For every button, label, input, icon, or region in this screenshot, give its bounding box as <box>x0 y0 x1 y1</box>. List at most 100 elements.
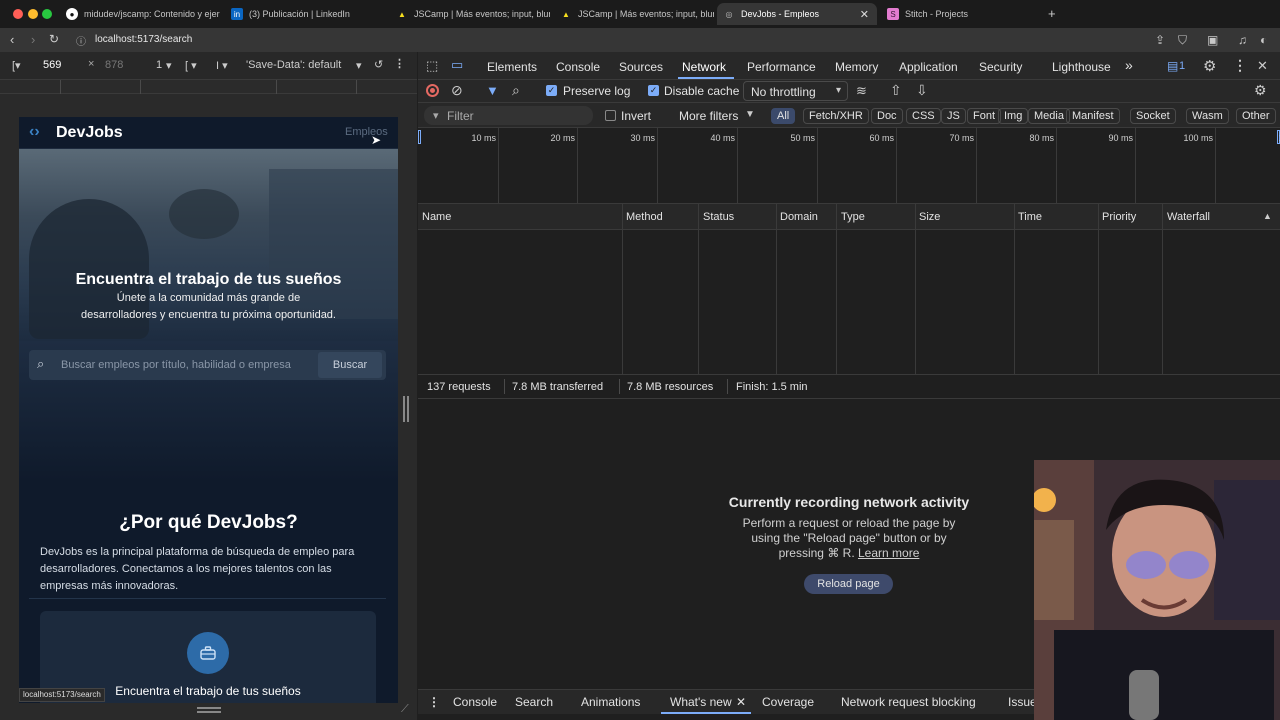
col-method[interactable]: Method <box>626 211 663 223</box>
issues-icon[interactable]: ▤ <box>1167 59 1178 73</box>
nav-link-empleos[interactable]: Empleos <box>345 126 388 138</box>
forward-icon[interactable]: › <box>31 32 35 47</box>
browser-tab[interactable]: in (3) Publicación | LinkedIn <box>225 3 385 25</box>
network-settings-gear-icon[interactable]: ⚙ <box>1254 82 1267 99</box>
filter-chip-doc[interactable]: Doc <box>871 108 903 124</box>
drawer-tab-search[interactable]: Search <box>515 695 553 709</box>
new-tab-button[interactable]: + <box>1048 6 1056 21</box>
col-time[interactable]: Time <box>1018 211 1042 223</box>
browser-tab[interactable]: ▲ JSCamp | Más eventos; input, blur, <box>554 3 714 25</box>
back-icon[interactable]: ‹ <box>10 32 14 47</box>
drawer-tab-console[interactable]: Console <box>453 695 497 709</box>
drawer-tab-animations[interactable]: Animations <box>581 695 640 709</box>
url-input[interactable]: localhost:5173/search <box>95 34 192 45</box>
tab-network[interactable]: Network <box>682 60 726 74</box>
inspect-element-icon[interactable]: ⬚ <box>426 58 438 74</box>
resize-handle-right[interactable] <box>403 396 409 422</box>
col-domain[interactable]: Domain <box>780 211 818 223</box>
import-har-icon[interactable]: ⇧ <box>890 82 902 99</box>
drawer-tab-request-blocking[interactable]: Network request blocking <box>841 695 976 709</box>
record-icon[interactable] <box>426 84 439 97</box>
maximize-window-button[interactable] <box>42 9 52 19</box>
filter-chip-css[interactable]: CSS <box>906 108 941 124</box>
more-tabs-icon[interactable]: » <box>1125 57 1133 73</box>
media-query-ruler[interactable] <box>0 80 417 94</box>
site-logo[interactable]: DevJobs <box>56 124 123 142</box>
rotate-icon[interactable]: ↺ <box>374 58 383 71</box>
tab-application[interactable]: Application <box>899 60 958 74</box>
filter-chip-other[interactable]: Other <box>1236 108 1276 124</box>
tab-console[interactable]: Console <box>556 60 600 74</box>
browser-tab[interactable]: S Stitch - Projects <box>881 3 1041 25</box>
filter-funnel-icon[interactable]: ▼ <box>486 83 499 98</box>
dimensions-dropdown-icon[interactable]: [▾ <box>12 59 21 72</box>
close-window-button[interactable] <box>13 9 23 19</box>
sidebar-icon[interactable]: ▣ <box>1207 33 1218 47</box>
filter-chip-font[interactable]: Font <box>967 108 1002 124</box>
more-filters-dropdown[interactable]: More filters <box>679 109 738 123</box>
shield-icon[interactable]: ⛉ <box>1178 33 1187 48</box>
filter-input[interactable]: ▾ Filter <box>424 106 593 125</box>
col-name[interactable]: Name <box>422 211 451 223</box>
devtools-menu-icon[interactable]: ⋮ <box>1233 57 1247 74</box>
tab-security[interactable]: Security <box>979 60 1022 74</box>
browser-tab[interactable]: ● midudev/jscamp: Contenido y ejer <box>60 3 220 25</box>
close-tab-icon[interactable]: ✕ <box>860 8 869 21</box>
col-status[interactable]: Status <box>703 211 734 223</box>
reload-icon[interactable]: ↻ <box>49 32 59 46</box>
tab-memory[interactable]: Memory <box>835 60 878 74</box>
clear-icon[interactable]: ⊘ <box>451 82 463 99</box>
filter-chip-fetch-xhr[interactable]: Fetch/XHR <box>803 108 869 124</box>
share-icon[interactable]: ⇪ <box>1155 33 1165 47</box>
overview-range-handle-left[interactable] <box>418 130 421 144</box>
site-info-icon[interactable]: ⓘ <box>76 33 86 48</box>
drawer-tab-whats-new[interactable]: What's new <box>670 695 732 709</box>
search-icon[interactable]: ⌕ <box>512 82 520 99</box>
throttling-select[interactable]: No throttling ▾ <box>743 81 848 101</box>
filter-chip-media[interactable]: Media <box>1028 108 1070 124</box>
filter-chip-all[interactable]: All <box>771 108 796 124</box>
drawer-menu-icon[interactable]: ⋮ <box>428 695 440 709</box>
filter-chip-wasm[interactable]: Wasm <box>1186 108 1229 124</box>
save-data-select[interactable]: 'Save-Data': default <box>246 59 341 71</box>
media-icon[interactable]: ♫ <box>1238 33 1247 47</box>
tab-sources[interactable]: Sources <box>619 60 663 74</box>
tab-lighthouse[interactable]: Lighthouse <box>1052 60 1111 74</box>
device-type-select[interactable]: [ ▾ <box>185 59 197 72</box>
filter-chip-img[interactable]: Img <box>998 108 1029 124</box>
invert-checkbox[interactable] <box>605 110 616 121</box>
col-size[interactable]: Size <box>919 211 940 223</box>
network-overview-timeline[interactable]: 10 ms 20 ms 30 ms 40 ms 50 ms 60 ms 70 ms 80 ms… <box>418 128 1280 204</box>
col-waterfall[interactable]: Waterfall <box>1167 211 1210 223</box>
settings-gear-icon[interactable]: ⚙ <box>1203 57 1216 75</box>
reload-page-button[interactable]: Reload page <box>804 574 893 594</box>
learn-more-link[interactable]: Learn more <box>858 546 919 560</box>
viewport-height-input[interactable]: 878 <box>105 59 123 71</box>
network-conditions-icon[interactable]: ≋ <box>856 83 867 99</box>
close-drawer-tab-icon[interactable]: ✕ <box>736 695 746 709</box>
disable-cache-checkbox[interactable]: ✓ <box>648 85 659 96</box>
throttle-select[interactable]: Ι ▾ <box>216 59 228 72</box>
device-toggle-icon[interactable]: ▭ <box>451 57 463 73</box>
col-type[interactable]: Type <box>841 211 865 223</box>
dpr-select[interactable]: 1 <box>156 59 162 71</box>
filter-chip-manifest[interactable]: Manifest <box>1066 108 1120 124</box>
profile-icon[interactable]: ◐ <box>1260 33 1267 47</box>
resize-corner-icon[interactable]: ⟋ <box>401 703 409 716</box>
search-button[interactable]: Buscar <box>318 352 382 378</box>
minimize-window-button[interactable] <box>28 9 38 19</box>
more-options-icon[interactable]: ⋮ <box>394 57 405 70</box>
browser-tab-active[interactable]: ◎ DevJobs - Empleos ✕ <box>717 3 877 25</box>
tab-performance[interactable]: Performance <box>747 60 816 74</box>
filter-chip-socket[interactable]: Socket <box>1130 108 1176 124</box>
close-devtools-icon[interactable]: ✕ <box>1257 58 1268 74</box>
filter-chip-js[interactable]: JS <box>941 108 966 124</box>
drawer-tab-coverage[interactable]: Coverage <box>762 695 814 709</box>
job-search-input[interactable]: Buscar empleos por título, habilidad o e… <box>61 359 291 371</box>
export-har-icon[interactable]: ⇩ <box>916 82 928 99</box>
tab-elements[interactable]: Elements <box>487 60 537 74</box>
col-priority[interactable]: Priority <box>1102 211 1136 223</box>
viewport-width-input[interactable]: 569 <box>43 59 61 71</box>
resize-handle-bottom[interactable] <box>197 707 221 713</box>
drawer-tab-issues[interactable]: Issue <box>1008 695 1037 709</box>
